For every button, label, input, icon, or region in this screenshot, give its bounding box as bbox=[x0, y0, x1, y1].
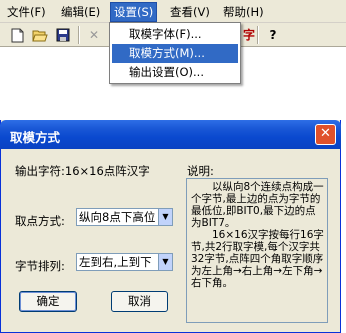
dialog-titlebar: 取模方式 ✕ bbox=[0, 120, 341, 149]
menu-font-setting[interactable]: 取模字体(F)... bbox=[112, 25, 238, 44]
help-icon[interactable]: ? bbox=[264, 26, 282, 44]
output-char-label: 输出字符:16×16点阵汉字 bbox=[15, 164, 150, 178]
settings-dropdown: 取模字体(F)... 取模方式(M)... 输出设置(O)... bbox=[109, 22, 241, 84]
mold-mode-dialog: 取模方式 ✕ 输出字符:16×16点阵汉字 说明: 取点方式: 纵向8点下高位 … bbox=[0, 120, 341, 333]
menu-view[interactable]: 查看(V) bbox=[167, 3, 213, 21]
toolbar-separator bbox=[78, 26, 80, 44]
byte-order-label: 字节排列: bbox=[15, 259, 65, 273]
description-text: 以纵向8个连续点构成一个字节,最上边的点为字节的最低位,即BIT0,最下边的点为… bbox=[191, 181, 324, 289]
menu-help[interactable]: 帮助(H) bbox=[220, 3, 267, 21]
font-indicator: 字 bbox=[243, 28, 256, 42]
byte-order-value: 左到右,上到下 bbox=[79, 255, 152, 269]
description-label: 说明: bbox=[187, 164, 214, 178]
scan-mode-select[interactable]: 纵向8点下高位 ▼ bbox=[76, 208, 173, 226]
scan-mode-label: 取点方式: bbox=[15, 214, 65, 228]
new-icon[interactable] bbox=[8, 26, 26, 44]
chevron-down-icon[interactable]: ▼ bbox=[158, 209, 172, 225]
dialog-title: 取模方式 bbox=[10, 130, 61, 145]
menu-mold-mode[interactable]: 取模方式(M)... bbox=[112, 44, 238, 63]
scan-mode-value: 纵向8点下高位 bbox=[79, 210, 156, 224]
open-icon[interactable] bbox=[31, 26, 49, 44]
ok-button[interactable]: 确定 bbox=[19, 291, 77, 312]
description-box: 以纵向8个连续点构成一个字节,最上边的点为字节的最低位,即BIT0,最下边的点为… bbox=[186, 178, 328, 323]
menu-bar: 文件(F) 编辑(E) 设置(S) 查看(V) 帮助(H) bbox=[0, 0, 346, 23]
menu-file[interactable]: 文件(F) bbox=[4, 3, 49, 21]
menu-settings[interactable]: 设置(S) bbox=[109, 2, 158, 22]
chevron-down-icon[interactable]: ▼ bbox=[158, 254, 172, 270]
byte-order-select[interactable]: 左到右,上到下 ▼ bbox=[76, 253, 173, 271]
cancel-button[interactable]: 取消 bbox=[111, 291, 168, 312]
menu-output-setting[interactable]: 输出设置(O)... bbox=[112, 63, 238, 82]
save-icon[interactable] bbox=[54, 26, 72, 44]
toolbar-separator bbox=[257, 26, 259, 44]
delete-icon[interactable]: ✕ bbox=[85, 26, 103, 44]
menu-edit[interactable]: 编辑(E) bbox=[58, 3, 103, 21]
close-icon[interactable]: ✕ bbox=[315, 124, 336, 145]
